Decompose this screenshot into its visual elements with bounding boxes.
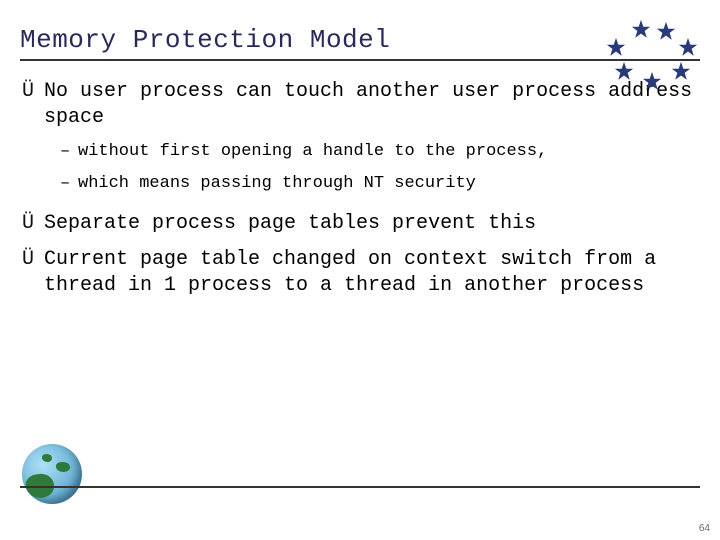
bullet-level1: ÜCurrent page table changed on context s… [22, 247, 700, 299]
bullet-level2: –which means passing through NT security [60, 173, 700, 195]
star-icon [605, 36, 627, 58]
page-number: 64 [699, 523, 710, 534]
bullet-dash-icon: – [60, 173, 78, 195]
bullet-text: Current page table changed on context sw… [44, 248, 656, 297]
bullet-arrow-icon: Ü [22, 79, 44, 105]
bullet-level1: ÜSeparate process page tables prevent th… [22, 211, 700, 237]
bullet-list: ÜNo user process can touch another user … [20, 79, 700, 299]
star-icon [630, 18, 652, 40]
bullet-dash-icon: – [60, 141, 78, 163]
bullet-text: which means passing through NT security [78, 174, 476, 193]
slide: Memory Protection Model ÜNo user process… [0, 0, 720, 540]
star-icon [613, 60, 635, 82]
bullet-arrow-icon: Ü [22, 247, 44, 273]
stars-decoration [595, 18, 705, 88]
footer-divider [20, 486, 700, 488]
bullet-text: Separate process page tables prevent thi… [44, 212, 536, 235]
bullet-level2: –without first opening a handle to the p… [60, 141, 700, 163]
bullet-text: without first opening a handle to the pr… [78, 142, 547, 161]
star-icon [655, 20, 677, 42]
star-icon [677, 36, 699, 58]
star-icon [641, 70, 663, 92]
bullet-arrow-icon: Ü [22, 211, 44, 237]
globe-icon [22, 444, 82, 504]
star-icon [670, 60, 692, 82]
